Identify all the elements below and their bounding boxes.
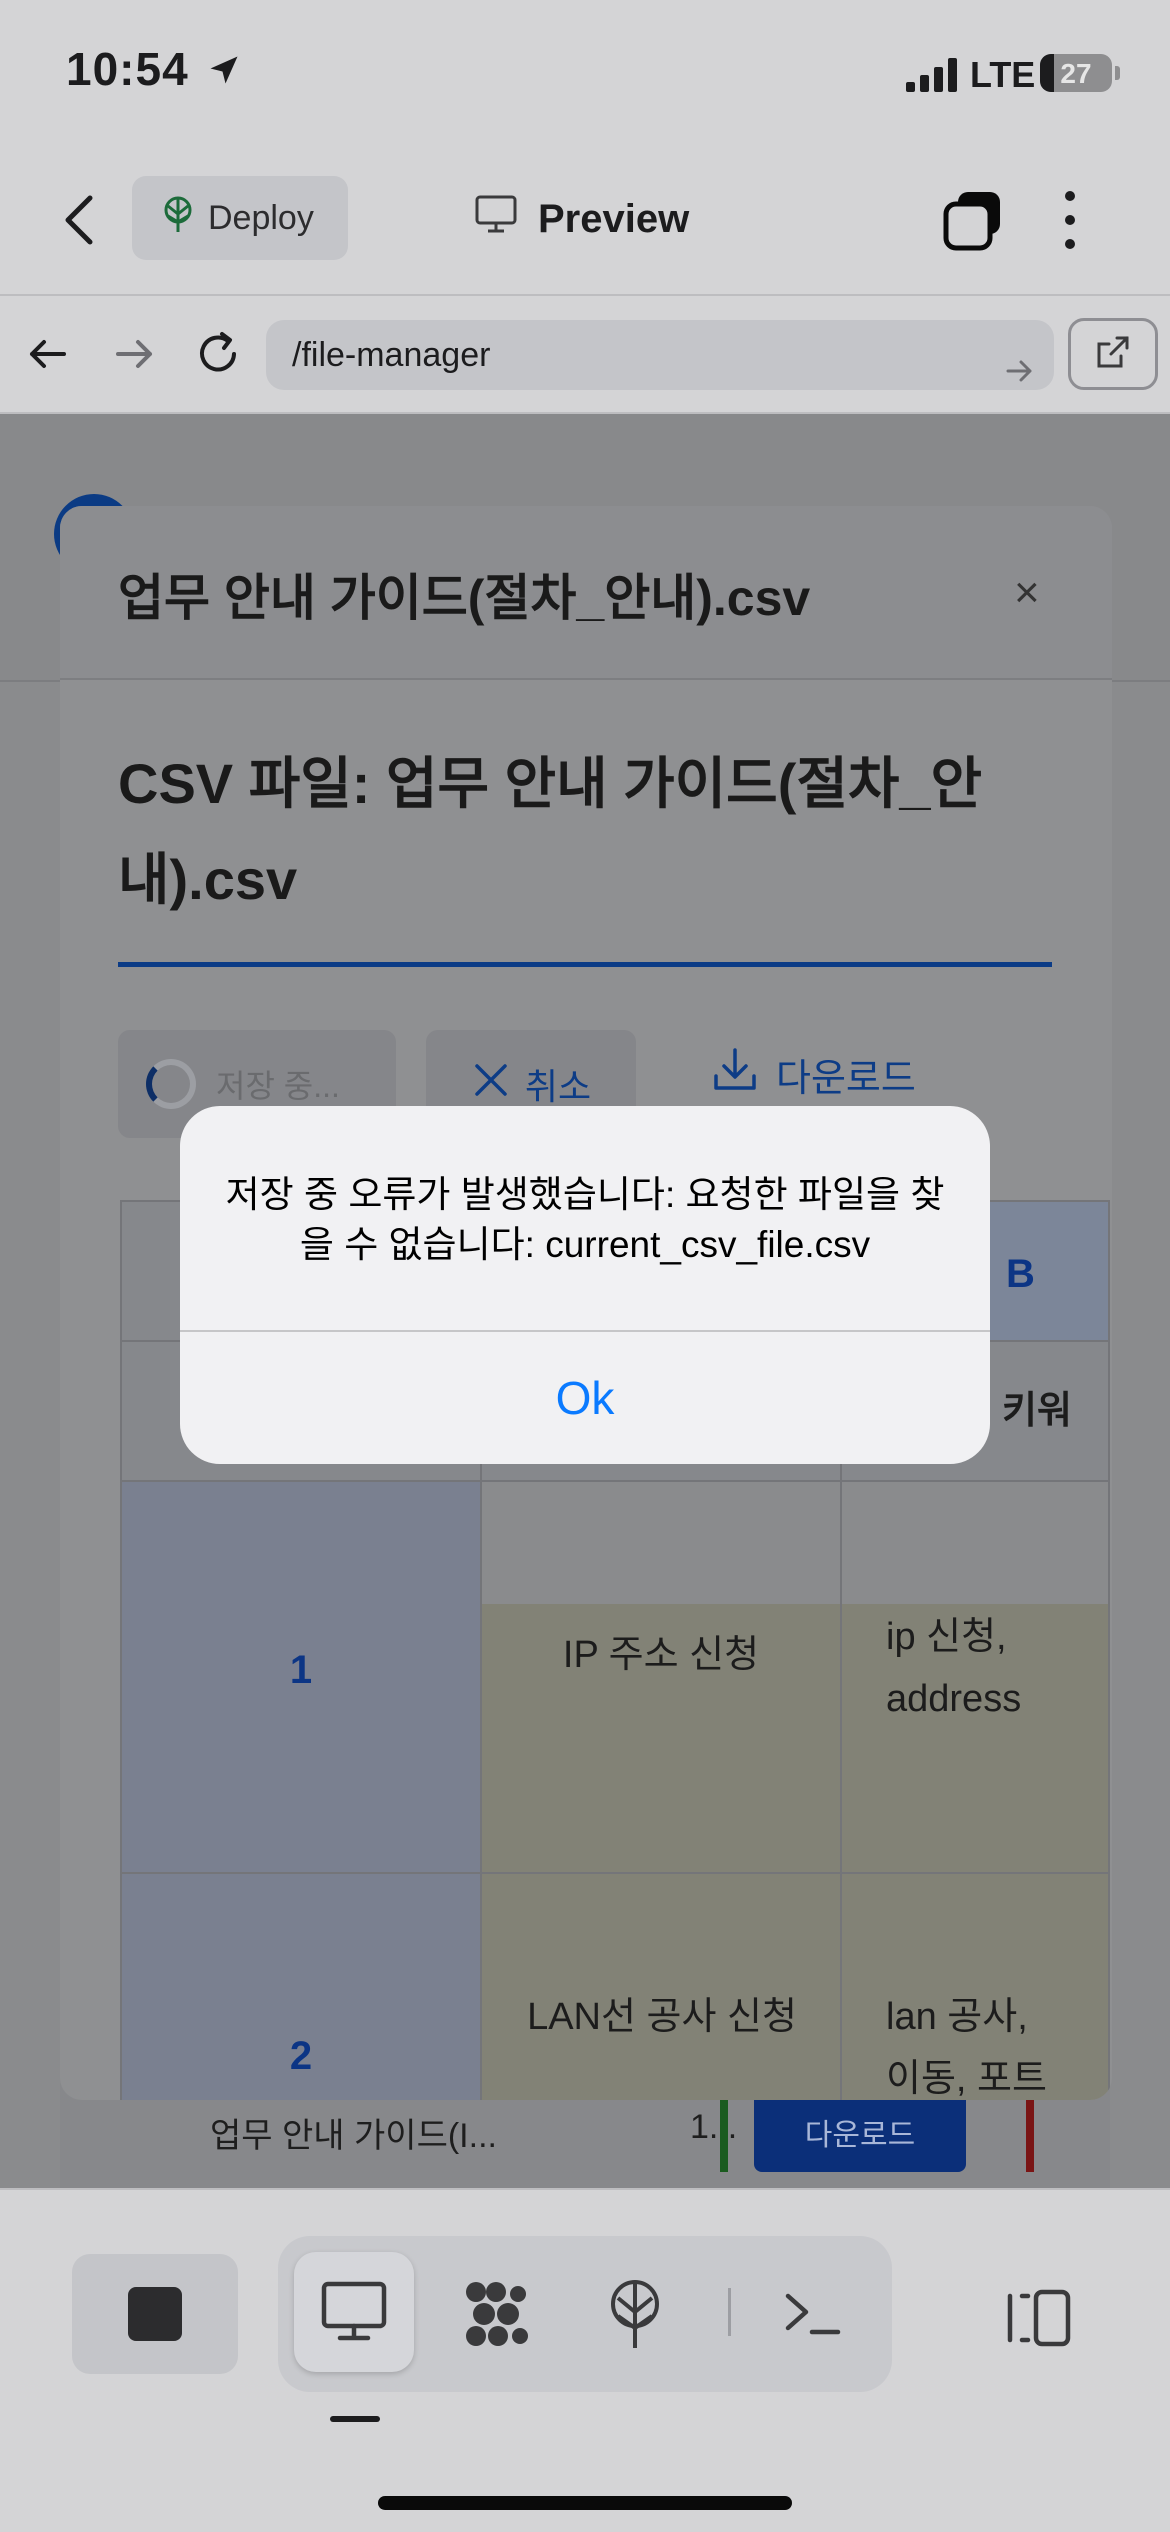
column-b-label: B [1006,1252,1035,1296]
url-text: /file-manager [292,336,491,374]
error-alert-dialog: 저장 중 오류가 발생했습니다: 요청한 파일을 찾을 수 없습니다: curr… [180,1106,990,1464]
table-cell[interactable]: LAN선 공사 신청 [480,1872,842,2100]
preview-label: Preview [538,196,690,241]
battery-level: 27 [1060,58,1092,89]
preview-title: Preview [474,194,689,244]
nav-back-icon[interactable] [24,330,72,383]
close-x-icon [471,1060,511,1109]
table-cell[interactable]: IP 주소 신청 [480,1480,842,1874]
file-row-name: 업무 안내 가이드(I... [210,2117,497,2155]
download-label: 다운로드 [776,1057,916,1100]
agent-icon[interactable] [458,2278,532,2355]
network-type: LTE [970,54,1036,95]
cell-keywords: ip 신청, address [886,1616,1022,1720]
home-indicator [378,2496,792,2510]
nav-forward-icon[interactable] [110,330,158,383]
heading-divider [118,962,1052,967]
cellular-signal-icon [906,58,960,97]
save-button-label: 저장 중... [216,1068,340,1104]
stop-button[interactable] [72,2254,238,2374]
app-header: Deploy Preview [0,148,1170,296]
deploy-button[interactable]: Deploy [132,176,348,260]
cell-title: LAN선 공사 신청 [527,1996,797,2038]
ok-button[interactable]: Ok [180,1332,990,1464]
more-vertical-icon[interactable] [1060,188,1080,257]
browser-bar: /file-manager [0,296,1170,414]
close-icon[interactable]: × [1014,568,1040,618]
download-button[interactable]: 다운로드 [710,1044,916,1104]
csv-heading: CSV 파일: 업무 안내 가이드(절차_안내).csv [118,752,983,911]
tool-switcher [278,2236,892,2392]
url-field[interactable]: /file-manager [266,320,1054,390]
open-external-button[interactable] [1068,318,1158,390]
cell-keywords: lan 공사, 이동, 포트 [886,1996,1047,2100]
file-row-delete-bar [1026,2092,1034,2172]
spinner-icon [146,1059,196,1109]
stop-icon [128,2287,182,2341]
battery-cap [1115,66,1120,80]
deploy-icon [160,194,196,243]
modal-title: 업무 안내 가이드(절차_안내).csv [118,570,811,626]
terminal-icon[interactable] [782,2288,842,2343]
back-button[interactable] [60,192,110,252]
status-time: 10:54 [66,43,189,95]
cancel-label: 취소 [524,1066,592,1107]
active-tab-indicator [330,2416,380,2422]
toolbar-divider [728,2288,731,2336]
download-icon [710,1044,760,1104]
monitor-icon [474,194,518,244]
modal-header: 업무 안내 가이드(절차_안내).csv × [60,506,1112,680]
tabs-icon[interactable] [942,188,1004,257]
bottom-toolbar [0,2188,1170,2532]
cell-title: IP 주소 신청 [562,1634,760,1676]
deploy-tool-icon[interactable] [604,2276,666,2357]
status-bar: 10:54 LTE 27 [0,0,1170,148]
deploy-label: Deploy [208,198,314,237]
row-number: 1 [289,1648,313,1692]
file-row-size: 1... [690,2108,738,2146]
alert-message: 저장 중 오류가 발생했습니다: 요청한 파일을 찾을 수 없습니다: curr… [225,1174,945,1265]
row-number: 2 [289,2034,313,2078]
keywords-header: 키워 [1002,1390,1072,1432]
preview-tool-button[interactable] [294,2252,414,2372]
location-arrow-icon [206,52,242,93]
file-row-download-button[interactable]: 다운로드 [754,2092,966,2172]
table-cell[interactable]: ip 신청, address [840,1480,1110,1874]
go-arrow-icon[interactable] [1004,340,1034,410]
external-link-icon [1093,332,1133,377]
side-panel-icon[interactable] [1002,2286,1074,2355]
table-cell[interactable]: lan 공사, 이동, 포트 [840,1872,1110,2100]
reload-icon[interactable] [192,328,244,385]
row-header-2[interactable]: 2 [120,1872,482,2100]
desktop-icon [320,2280,388,2349]
battery-icon: 27 [1040,54,1112,92]
file-row-status-bar [720,2092,728,2172]
row-header-1[interactable]: 1 [120,1480,482,1874]
